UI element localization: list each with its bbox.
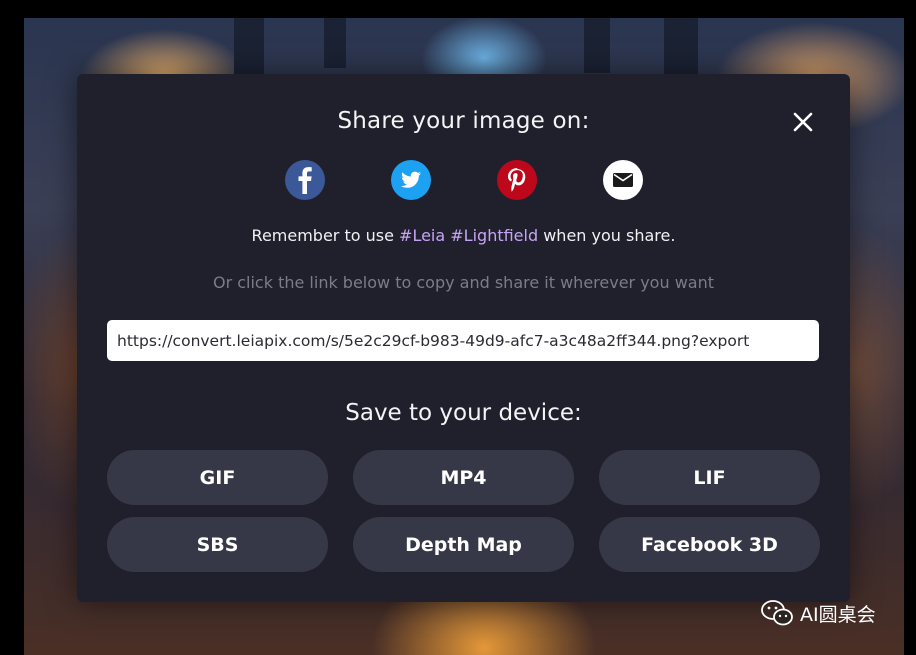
wechat-icon: [761, 600, 793, 626]
email-icon: [613, 173, 633, 187]
facebook-share-button[interactable]: [285, 160, 325, 200]
share-modal: Share your image on: Remember to use #Le…: [77, 74, 850, 602]
hashtag-lightfield: #Lightfield: [450, 226, 539, 245]
save-title: Save to your device:: [345, 400, 582, 426]
reminder-suffix: when you share.: [538, 226, 676, 245]
download-sbs-button[interactable]: SBS: [107, 517, 328, 572]
twitter-share-button[interactable]: [391, 160, 431, 200]
copy-link-hint: Or click the link below to copy and shar…: [212, 273, 714, 292]
background-spire: [584, 18, 610, 73]
facebook-icon: [298, 167, 312, 194]
watermark: AI圆桌会: [760, 598, 876, 628]
close-icon: [793, 112, 813, 132]
close-button[interactable]: [791, 110, 815, 134]
email-share-button[interactable]: [603, 160, 643, 200]
download-gif-button[interactable]: GIF: [107, 450, 328, 505]
download-lif-button[interactable]: LIF: [599, 450, 820, 505]
background-spire: [324, 18, 346, 68]
pinterest-share-button[interactable]: [497, 160, 537, 200]
hashtag-leia: #Leia: [399, 226, 446, 245]
download-depth-map-button[interactable]: Depth Map: [353, 517, 574, 572]
hashtag-reminder: Remember to use #Leia #Lightfield when y…: [77, 226, 850, 245]
background-spire: [664, 18, 698, 78]
share-link-field[interactable]: [107, 320, 819, 361]
pinterest-icon: [508, 168, 526, 192]
download-facebook-3d-button[interactable]: Facebook 3D: [599, 517, 820, 572]
background-spire: [234, 18, 264, 78]
watermark-text: AI圆桌会: [800, 603, 876, 626]
reminder-prefix: Remember to use: [251, 226, 400, 245]
share-title: Share your image on:: [337, 108, 590, 134]
twitter-icon: [400, 171, 421, 188]
download-mp4-button[interactable]: MP4: [353, 450, 574, 505]
